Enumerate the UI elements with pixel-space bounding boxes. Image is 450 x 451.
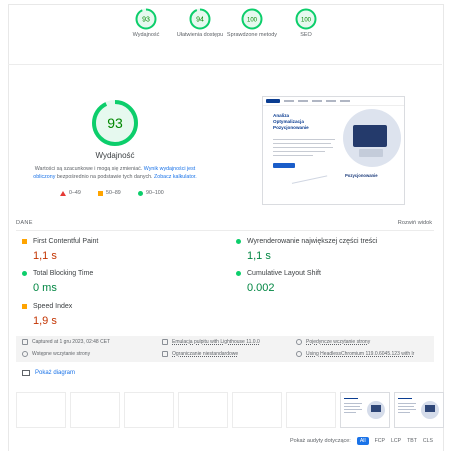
expand-view-toggle[interactable]: Rozwiń widok (398, 220, 432, 226)
treemap-icon (22, 370, 30, 376)
metric-value: 0.002 (247, 282, 275, 294)
average-square-icon (22, 239, 27, 244)
score-ring-icon: 100 (241, 8, 263, 30)
pass-circle-icon (236, 239, 241, 244)
legend-fail: 0–49 (60, 190, 81, 196)
filmstrip-frame (286, 392, 336, 428)
performance-description: Wartości są szacunkowe i mogą się zmieni… (30, 165, 200, 182)
gauge-score: 100 (247, 18, 258, 24)
network-icon (162, 351, 168, 357)
gauge-label: Sprawdzone metody (226, 32, 278, 38)
filter-fcp[interactable]: FCP (375, 438, 385, 444)
gauge-performance[interactable]: 93 Wydajność (116, 8, 176, 39)
legend-pass: 90–100 (138, 190, 164, 196)
filmstrip-frame (70, 392, 120, 428)
divider (16, 230, 434, 231)
chromium-icon (296, 351, 302, 357)
metric-value: 1,1 s (247, 250, 271, 262)
score-ring-icon: 100 (295, 8, 317, 30)
audit-filter: Pokaż audyty dotyczące: All FCP LCP TBT … (290, 437, 433, 445)
runtime-throttling[interactable]: Ograniczanie niestandardowe (162, 351, 238, 357)
performance-gauge: 93 (92, 100, 138, 146)
filter-lcp[interactable]: LCP (391, 438, 401, 444)
filter-all[interactable]: All (356, 437, 369, 445)
runtime-emulation[interactable]: Emulacja pulpitu with Lighthouse 11.0.0 (162, 339, 260, 345)
gauge-label: Ułatwienia dostępu (176, 32, 224, 38)
desc-text-2: bezpośrednio na podstawie tych danych. (55, 174, 155, 181)
divider (8, 64, 442, 65)
gauge-score: 94 (196, 17, 204, 24)
performance-score: 93 (107, 115, 123, 131)
score-legend: 0–49 50–89 90–100 (58, 190, 198, 200)
metric-value: 0 ms (33, 282, 57, 294)
desktop-icon (162, 339, 168, 345)
screenshot-navbar (263, 97, 404, 106)
final-screenshot[interactable]: Analiza Optymalizacja Pozycjonowanie Poz… (262, 96, 405, 205)
runtime-initial-load: Wstępne wczytanie strony (22, 351, 90, 357)
metric-value: 1,9 s (33, 315, 57, 327)
shield-icon (22, 351, 28, 357)
paper-plane-icon (291, 175, 331, 198)
filmstrip-frame (340, 392, 390, 428)
timer-icon (296, 339, 302, 345)
gauge-seo[interactable]: 100 SEO (276, 8, 336, 39)
desc-text-1: Wartości są szacunkowe i mogą się zmieni… (34, 166, 144, 172)
fail-triangle-icon (60, 190, 66, 196)
pass-circle-icon (236, 271, 241, 276)
performance-title: Wydajność (95, 151, 135, 160)
filmstrip-frame (178, 392, 228, 428)
runtime-settings: Captured at 1 gru 2023, 02:48 CET Emulac… (16, 336, 434, 362)
pass-circle-icon (22, 271, 27, 276)
runtime-session[interactable]: Pojedyncze wczytanie strony (296, 339, 370, 345)
screenshot-section-title: Pozycjonowanie (345, 173, 378, 178)
average-square-icon (22, 304, 27, 309)
legend-average: 50–89 (98, 190, 121, 196)
filmstrip-frame (232, 392, 282, 428)
pass-circle-icon (138, 190, 143, 196)
screenshot-hero-image (343, 109, 401, 167)
show-diagram-button[interactable]: Pokaż diagram (22, 370, 75, 376)
calendar-icon (22, 339, 28, 345)
filter-tbt[interactable]: TBT (407, 438, 417, 444)
screenshot-cta (273, 163, 295, 168)
gauge-label: SEO (300, 32, 312, 38)
gauge-label: Wydajność (132, 32, 160, 38)
gauge-accessibility[interactable]: 94 Ułatwienia dostępu (170, 8, 230, 39)
report-frame (8, 4, 444, 451)
score-ring-icon: 93 (135, 8, 157, 30)
screenshot-hero-title: Analiza Optymalizacja Pozycjonowanie (273, 113, 309, 131)
filter-cls[interactable]: CLS (423, 438, 433, 444)
metric-value: 1,1 s (33, 250, 57, 262)
runtime-captured: Captured at 1 gru 2023, 02:48 CET (22, 339, 110, 345)
filmstrip-frame (16, 392, 66, 428)
filmstrip-frame (124, 392, 174, 428)
gauge-best-practices[interactable]: 100 Sprawdzone metody (222, 8, 282, 39)
runtime-browser[interactable]: Using HeadlessChromium 119.0.6045.123 wi… (296, 351, 414, 357)
score-gauges: 93 Wydajność 94 Ułatwienia dostępu 100 S… (0, 8, 450, 56)
score-ring-icon: 94 (189, 8, 211, 30)
audit-filter-label: Pokaż audyty dotyczące: (290, 438, 351, 444)
average-square-icon (98, 190, 103, 196)
calculator-link[interactable]: Zobacz kalkulator. (154, 174, 197, 180)
metrics-heading: DANE (16, 220, 33, 226)
gauge-score: 100 (301, 18, 312, 24)
filmstrip-frame (394, 392, 444, 428)
filmstrip (16, 392, 444, 428)
gauge-score: 93 (142, 17, 150, 24)
site-logo (266, 99, 280, 103)
